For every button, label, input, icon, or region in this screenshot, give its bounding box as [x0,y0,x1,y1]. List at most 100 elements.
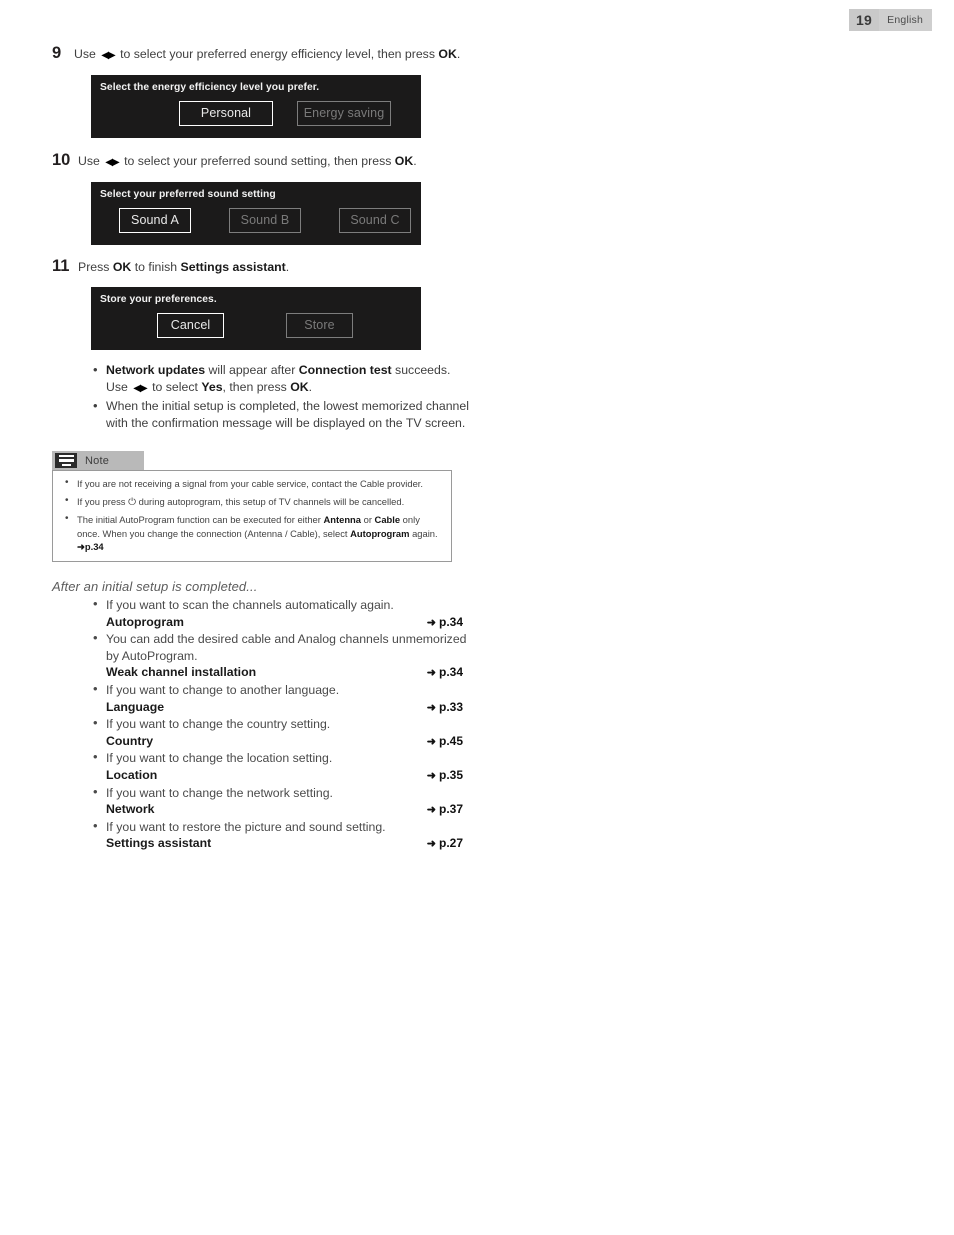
after-setup-description: If you want to change the network settin… [91,784,472,802]
tv-button-energy-saving[interactable]: Energy saving [297,101,391,126]
note-bold-autoprogram: Autoprogram [350,527,410,539]
list-item: If you want to restore the picture and s… [91,818,472,853]
after-setup-row: Weak channel installation ➜ p.34 [91,664,472,682]
left-right-arrows-icon: ◀▶ [101,50,115,61]
after-setup-description: If you want to scan the channels automat… [91,596,472,614]
note-bold-ok: OK [290,380,309,394]
after-setup-page-ref[interactable]: ➜ p.34 [427,664,463,682]
after-setup-row: Language ➜ p.33 [91,699,472,717]
step-11: 11 Press OK to finish Settings assistant… [52,257,472,277]
note-text: If you press [77,495,129,507]
after-setup-page-ref[interactable]: ➜ p.34 [427,614,463,632]
page-number: 19 [848,9,880,31]
left-right-arrows-icon: ◀▶ [133,383,147,394]
after-setup-list: If you want to scan the channels automat… [52,596,472,853]
tv-button-sound-c[interactable]: Sound C [339,208,411,233]
tv-screen-sound-setting: Select your preferred sound setting Soun… [91,182,421,245]
step-10-text: Use ◀▶ to select your preferred sound se… [78,151,417,172]
step-10-text-before: Use [78,154,104,168]
after-setup-row: Location ➜ p.35 [91,767,472,785]
step-9-period: . [456,47,461,61]
list-item: If you want to change the location setti… [91,749,472,785]
tv-button-sound-a[interactable]: Sound A [119,208,191,233]
tv-button-personal[interactable]: Personal [179,101,273,126]
after-setup-name: Network [106,802,155,817]
step-11-text-before: Press [78,260,113,274]
step-9: 9 Use ◀▶ to select your preferred energy… [52,44,472,65]
note-text: or [361,514,375,526]
page-header: 19 English [848,9,932,31]
list-item: If you want to scan the channels automat… [91,596,472,632]
after-setup-page-number: p.27 [438,836,463,851]
step-10-text-after: to select your preferred sound setting, … [120,154,395,168]
note-bold-cable: Cable [374,514,401,526]
step-11-text-mid: to finish [131,260,181,274]
after-setup-name: Settings assistant [106,836,212,851]
left-right-arrows-icon: ◀▶ [105,157,119,168]
right-arrow-icon: ➜ [426,804,436,817]
after-setup-page-ref[interactable]: ➜ p.45 [427,733,463,751]
note-text: will appear after [205,363,299,377]
right-arrow-icon: ➜ [426,838,436,851]
step-10: 10 Use ◀▶ to select your preferred sound… [52,151,472,172]
step-10-period: . [413,154,417,168]
step-11-bold-ok: OK [112,260,132,274]
tv-screen-store-title: Store your preferences. [100,294,217,305]
right-arrow-icon: ➜ [426,701,436,714]
after-setup-row: Network ➜ p.37 [91,801,472,819]
step-9-text-after: to select your preferred energy efficien… [116,47,439,61]
list-item: Network updates will appear after Connec… [91,361,472,397]
tv-screen-energy-efficiency: Select the energy efficiency level you p… [91,75,421,138]
after-setup-page-number: p.34 [438,665,463,680]
step-11-bold-settings-assistant: Settings assistant [180,260,286,274]
note-bold-connection-test: Connection test [298,363,392,377]
after-setup-page-ref[interactable]: ➜ p.33 [427,699,463,717]
tv-screen-store-buttons: Cancel Store [91,305,421,350]
note-items: If you are not receiving a signal from y… [61,476,443,554]
language-chip: English [879,9,932,31]
power-icon: ⏻ [128,496,136,508]
note-bold-network-updates: Network updates [106,363,206,377]
tv-screen-energy-title: Select the energy efficiency level you p… [100,82,320,93]
list-item: If you want to change to another languag… [91,681,472,717]
right-arrow-icon: ➜ [77,541,85,553]
tv-button-cancel[interactable]: Cancel [157,313,224,338]
after-setup-page-number: p.35 [438,767,463,782]
list-item: The initial AutoProgram function can be … [61,512,443,554]
tv-screen-energy-buttons: Personal Energy saving [91,93,421,138]
right-arrow-icon: ➜ [426,769,436,782]
after-setup-row: Country ➜ p.45 [91,733,472,751]
list-item: You can add the desired cable and Analog… [91,630,472,682]
after-setup-page-number: p.37 [438,802,463,817]
tv-screen-store-preferences: Store your preferences. Cancel Store [91,287,421,350]
tv-screen-sound-buttons: Sound A Sound B Sound C [91,200,421,245]
step-10-number: 10 [52,151,71,169]
after-setup-name: Autoprogram [106,614,184,629]
list-item: If you are not receiving a signal from y… [61,476,443,491]
step-11-text: Press OK to finish Settings assistant. [78,257,289,277]
note-bold-antenna: Antenna [323,514,362,526]
after-setup-page-ref[interactable]: ➜ p.27 [427,835,463,853]
after-setup-row: Settings assistant ➜ p.27 [91,835,472,853]
after-setup-page-ref[interactable]: ➜ p.37 [427,801,463,819]
document-content: 9 Use ◀▶ to select your preferred energy… [52,44,472,853]
tv-button-sound-b[interactable]: Sound B [229,208,301,233]
after-setup-page-number: p.33 [438,699,463,714]
after-setup-description: If you want to change to another languag… [91,681,472,699]
step-9-text-before: Use [74,47,100,61]
note-label: Note [85,454,110,467]
after-setup-name: Language [106,699,165,714]
note-header: Note [52,451,144,470]
after-setup-page-ref[interactable]: ➜ p.35 [427,767,463,785]
tv-button-store[interactable]: Store [286,313,353,338]
step-9-bold-ok: OK [438,47,457,61]
after-setup-page-number: p.34 [438,614,463,629]
note-text: again. [409,527,438,539]
step-9-number: 9 [52,44,62,62]
list-item: When the initial setup is completed, the… [91,397,472,432]
note-block: Note If you are not receiving a signal f… [52,451,452,562]
after-setup-description: You can add the desired cable and Analog… [91,630,472,664]
step-11-number: 11 [52,257,70,275]
after-setup-description: If you want to restore the picture and s… [91,818,472,836]
list-item: If you want to change the country settin… [91,715,472,751]
